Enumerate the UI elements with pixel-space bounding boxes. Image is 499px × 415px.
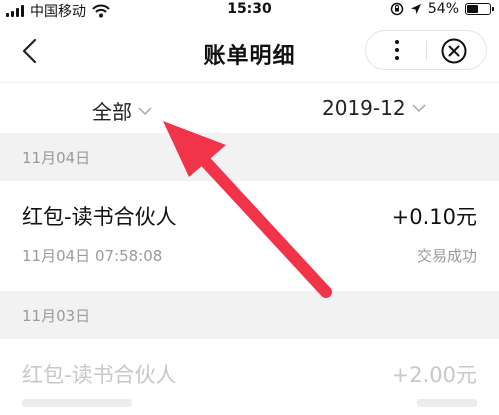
transaction-row[interactable]: 红包-读书合伙人 +0.10元 11月04日 07:58:08 交易成功: [0, 181, 499, 291]
battery-percent: 54%: [427, 1, 459, 17]
close-icon[interactable]: [440, 37, 468, 65]
more-icon[interactable]: [394, 40, 400, 64]
date-section-header: 11月04日: [0, 133, 499, 181]
filter-bar: 全部 2019-12: [0, 82, 499, 133]
month-filter-label: 2019-12: [322, 96, 406, 120]
transaction-title: 红包-读书合伙人: [22, 363, 177, 387]
orientation-lock-icon: [390, 2, 404, 16]
transaction-time-placeholder: [22, 399, 132, 407]
type-filter-dropdown[interactable]: 全部: [92, 96, 152, 125]
mini-program-capsule: [365, 30, 487, 70]
date-section-header: 11月03日: [0, 291, 499, 339]
transaction-amount: +2.00元: [391, 363, 477, 387]
type-filter-label: 全部: [92, 100, 132, 124]
month-filter-dropdown[interactable]: 2019-12: [322, 96, 426, 120]
date-section-label: 11月04日: [22, 149, 91, 167]
transaction-amount: +0.10元: [391, 205, 477, 229]
transaction-time: 11月04日 07:58:08: [22, 247, 163, 265]
transaction-status-placeholder: [417, 399, 477, 407]
date-section-label: 11月03日: [22, 307, 91, 325]
transaction-status: 交易成功: [416, 247, 477, 265]
chevron-down-icon: [412, 104, 426, 113]
transaction-row[interactable]: 红包-读书合伙人 +2.00元: [0, 339, 499, 415]
battery-icon: [465, 3, 494, 15]
capsule-divider: [426, 41, 427, 61]
transaction-title: 红包-读书合伙人: [22, 205, 177, 229]
nav-bar: 账单明细: [0, 20, 499, 82]
location-icon: [410, 4, 421, 14]
chevron-down-icon: [138, 106, 152, 115]
status-bar: 中国移动 15:30 54%: [0, 0, 499, 20]
